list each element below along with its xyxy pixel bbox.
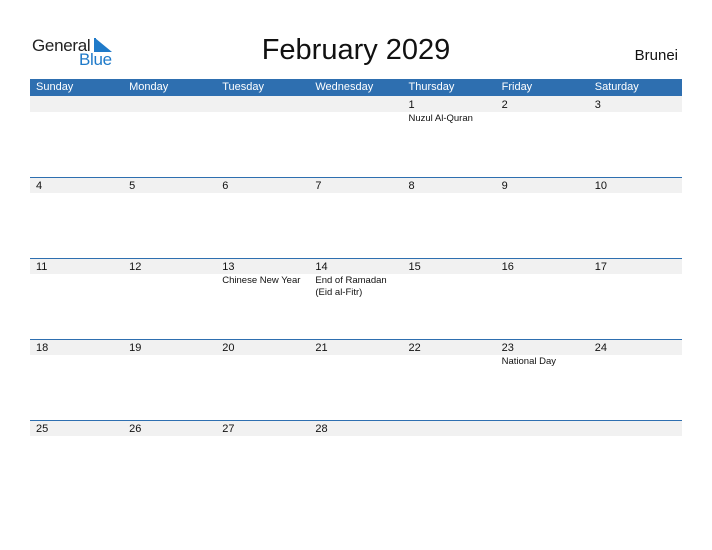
day-cell: 19	[123, 339, 216, 368]
day-cell: 24	[589, 339, 682, 368]
day-cell	[123, 96, 216, 125]
day-cell: 26	[123, 420, 216, 437]
day-cell: 22	[403, 339, 496, 368]
day-cell: 13 Chinese New Year	[216, 258, 309, 299]
weekday-header: Sunday Monday Tuesday Wednesday Thursday…	[30, 79, 682, 96]
holiday-label: Chinese New Year	[222, 275, 301, 286]
day-cell	[216, 96, 309, 125]
holiday-label: Nuzul Al-Quran	[408, 113, 473, 124]
day-number: 11	[36, 261, 48, 273]
day-number	[36, 99, 123, 113]
day-number	[595, 423, 682, 437]
day-number: 26	[129, 423, 142, 435]
day-cell: 20	[216, 339, 309, 368]
weekday-friday: Friday	[501, 81, 533, 93]
day-number: 2	[501, 99, 508, 111]
day-cell	[496, 420, 589, 437]
day-number: 4	[36, 180, 43, 192]
day-number: 20	[222, 342, 235, 354]
day-number	[129, 99, 216, 113]
day-cell: 8	[403, 177, 496, 194]
week-cells: 25 26 27 28	[30, 420, 682, 437]
day-cell: 11	[30, 258, 123, 299]
weeks-container: 1 Nuzul Al-Quran 2 3 4 5 6 7 8 9 10 11 12 13 Chinese N…	[30, 96, 682, 501]
day-number: 21	[315, 342, 328, 354]
weekday-thursday: Thursday	[408, 81, 455, 93]
day-number: 18	[36, 342, 49, 354]
week-row: 25 26 27 28	[30, 420, 682, 501]
day-number: 6	[222, 180, 229, 192]
day-cell	[30, 96, 123, 125]
day-number: 10	[594, 180, 607, 192]
day-cell: 17	[589, 258, 682, 299]
day-number: 17	[594, 261, 607, 273]
weekday-saturday: Saturday	[594, 81, 639, 93]
day-cell: 23 National Day	[496, 339, 589, 368]
day-number: 12	[129, 261, 142, 273]
calendar-grid: Sunday Monday Tuesday Wednesday Thursday…	[30, 79, 682, 501]
day-number: 22	[408, 342, 421, 354]
day-cell: 9	[496, 177, 589, 194]
week-row: 18 19 20 21 22 23 National Day 24	[30, 339, 682, 420]
day-cell: 18	[30, 339, 123, 368]
weekday-tuesday: Tuesday	[222, 81, 265, 93]
week-row: 11 12 13 Chinese New Year 14 End of Ramadan (E…	[30, 258, 682, 339]
day-cell	[589, 420, 682, 437]
weekday-sunday: Sunday	[36, 81, 74, 93]
day-number	[502, 423, 589, 437]
country-label: Brunei	[634, 47, 678, 64]
day-number: 16	[501, 261, 514, 273]
day-cell: 28	[309, 420, 402, 437]
holiday-label: National Day	[501, 356, 557, 367]
day-cell: 27	[216, 420, 309, 437]
day-cell: 12	[123, 258, 216, 299]
day-number: 27	[222, 423, 235, 435]
day-number	[222, 99, 309, 113]
day-number: 13	[222, 261, 235, 273]
day-cell: 3	[589, 96, 682, 125]
day-cell: 7	[309, 177, 402, 194]
day-number: 28	[315, 423, 328, 435]
day-number	[409, 423, 496, 437]
week-cells: 11 12 13 Chinese New Year 14 End of Ramadan (E…	[30, 258, 682, 299]
day-number: 25	[36, 423, 49, 435]
day-cell: 16	[496, 258, 589, 299]
holiday-label: End of Ramadan	[315, 275, 387, 286]
day-number: 9	[501, 180, 508, 192]
day-number: 24	[594, 342, 607, 354]
day-number: 14	[315, 261, 328, 273]
day-cell: 2	[496, 96, 589, 125]
weekday-wednesday: Wednesday	[315, 81, 374, 93]
day-number: 1	[408, 99, 415, 111]
weekday-monday: Monday	[129, 81, 169, 93]
day-cell: 25	[30, 420, 123, 437]
day-number: 15	[408, 261, 421, 273]
day-cell: 21	[309, 339, 402, 368]
week-row: 4 5 6 7 8 9 10	[30, 177, 682, 258]
day-cell: 5	[123, 177, 216, 194]
day-cell	[309, 96, 402, 125]
calendar-title: February 2029	[261, 34, 451, 66]
day-number: 23	[501, 342, 514, 354]
day-cell: 4	[30, 177, 123, 194]
week-cells: 18 19 20 21 22 23 National Day 24	[30, 339, 682, 368]
day-number: 7	[315, 180, 322, 192]
day-number	[315, 99, 402, 113]
day-cell: 10	[589, 177, 682, 194]
day-number: 8	[408, 180, 415, 192]
week-cells: 1 Nuzul Al-Quran 2 3	[30, 96, 682, 125]
day-number: 5	[129, 180, 136, 192]
day-number: 3	[594, 99, 601, 111]
day-cell: 14 End of Ramadan (Eid al-Fitr)	[309, 258, 402, 299]
holiday-label: (Eid al-Fitr)	[315, 287, 363, 298]
week-row: 1 Nuzul Al-Quran 2 3	[30, 96, 682, 177]
day-cell: 6	[216, 177, 309, 194]
day-cell	[403, 420, 496, 437]
day-number: 19	[129, 342, 142, 354]
day-cell: 1 Nuzul Al-Quran	[403, 96, 496, 125]
week-cells: 4 5 6 7 8 9 10	[30, 177, 682, 194]
day-cell: 15	[403, 258, 496, 299]
